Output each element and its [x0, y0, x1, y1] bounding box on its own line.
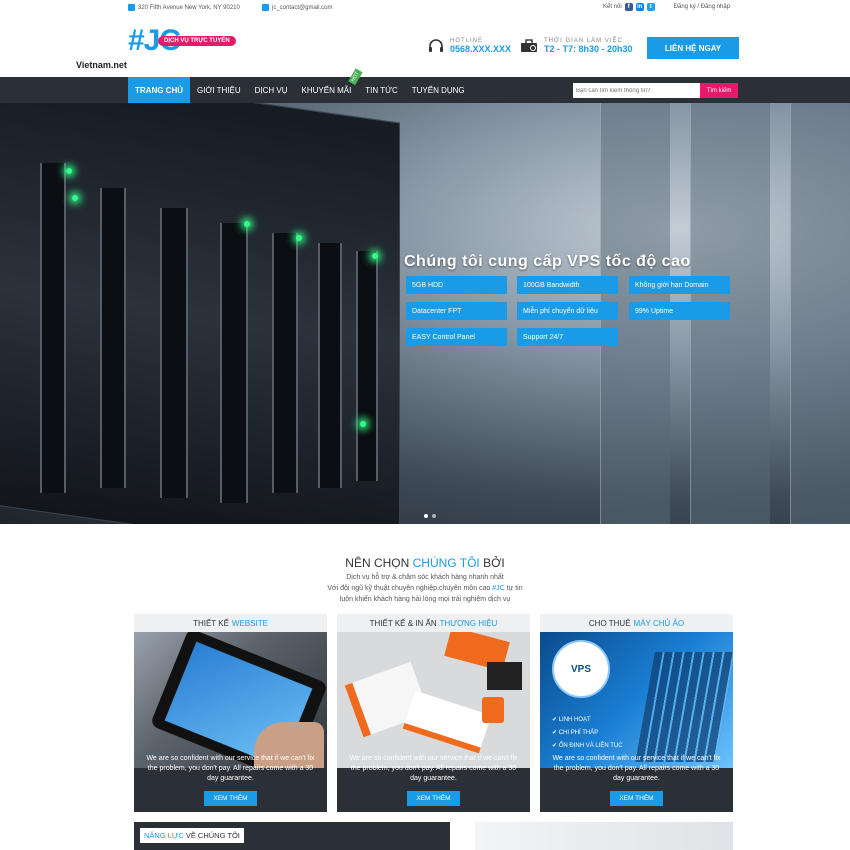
why-title-highlight: CHÚNG TÔI	[412, 556, 480, 570]
building-icon	[128, 4, 135, 11]
page: 320 Fifth Avenue New York, NY 90210 jc_c…	[0, 0, 850, 850]
nav-item-promotions[interactable]: KHUYẾN MÃI HOT	[295, 68, 363, 103]
card-desc: We are so confident with our service tha…	[349, 755, 518, 782]
card-desc: We are so confident with our service tha…	[146, 755, 315, 782]
nav-item-promotions-label: KHUYẾN MÃI	[301, 85, 352, 95]
hero-title: Chúng tôi cung cấp VPS tốc độ cao	[404, 253, 691, 270]
email[interactable]: jc_contact@gmail.com	[262, 4, 332, 11]
search-button[interactable]: Tìm kiếm	[700, 83, 738, 98]
address: 320 Fifth Avenue New York, NY 90210	[128, 4, 240, 11]
card-title: CHO THUÊ MÁY CHỦ ẢO	[540, 614, 733, 632]
hotline: HOTLINE 0568.XXX.XXX	[428, 38, 511, 54]
status-led	[244, 221, 250, 227]
card-image-vps: VPS ✔ LINH HOẠT ✔ CHI PHÍ THẤP ✔ ỔN ĐỊNH…	[540, 632, 733, 768]
stationery-tablet	[487, 662, 522, 690]
vps-circle: VPS	[552, 640, 610, 698]
feature-data-transfer: Miễn phí chuyển dữ liệu	[517, 302, 618, 320]
feature-domain: Không giới hạn Domain	[629, 276, 730, 294]
bg-rack	[790, 103, 850, 524]
address-text: 320 Fifth Avenue New York, NY 90210	[138, 4, 240, 11]
status-led	[296, 235, 302, 241]
search-input[interactable]	[573, 83, 700, 98]
why-line1: Dịch vụ hỗ trợ & chăm sóc khách hàng nha…	[346, 574, 504, 581]
feature-datacenter: Datacenter FPT	[406, 302, 507, 320]
read-more-button[interactable]: XEM THÊM	[407, 791, 460, 806]
vps-badge: VPS	[570, 663, 591, 675]
card-image-stationery	[337, 632, 530, 768]
drive-bay	[100, 188, 126, 488]
mail-icon	[262, 4, 269, 11]
nav-item-services[interactable]: DỊCH VỤ	[248, 77, 295, 103]
service-card-vps: CHO THUÊ MÁY CHỦ ẢO VPS ✔ LINH HOẠT ✔ CHI…	[540, 614, 733, 812]
why-title: NÊN CHỌN CHÚNG TÔI BỞI	[0, 556, 850, 570]
slider-dot[interactable]	[424, 514, 428, 518]
twitter-icon[interactable]: t	[646, 3, 655, 11]
logo-tag: DỊCH VỤ TRỰC TUYẾN	[158, 36, 236, 46]
status-led	[372, 253, 378, 259]
why-title-a: NÊN CHỌN	[345, 556, 413, 570]
vps-feature: ✔ LINH HOẠT	[552, 717, 591, 723]
slider-dot[interactable]	[432, 514, 436, 518]
facebook-icon[interactable]: f	[624, 3, 633, 11]
feature-uptime: 99% Uptime	[629, 302, 730, 320]
connect-label: Kết nối	[603, 4, 622, 10]
hours-value: T2 - T7: 8h30 - 20h30	[544, 44, 633, 54]
vps-features: ✔ LINH HOẠT ✔ CHI PHÍ THẤP ✔ ỔN ĐỊNH VÀ …	[552, 714, 623, 753]
working-hours: THỜI GIAN LÀM VIỆC T2 - T7: 8h30 - 20h30	[520, 38, 633, 54]
card-image-tablet	[134, 632, 327, 768]
why-line2: Với đội ngũ kỹ thuật chuyên nghiệp,chuyê…	[327, 585, 523, 592]
contact-now-button[interactable]: LIÊN HỆ NGAY	[647, 37, 739, 59]
why-line3: luôn khiến khách hàng hài lòng mọi trải …	[339, 596, 511, 603]
stationery-card	[402, 690, 492, 754]
nav-item-home[interactable]: TRANG CHỦ	[128, 77, 190, 103]
user-icon	[664, 4, 671, 11]
capability-panel: NĂNG LỰC VỀ CHÚNG TÔI	[134, 822, 450, 850]
drive-bay	[356, 251, 378, 481]
drive-bay	[272, 233, 298, 493]
feature-hdd: 5GB HDD	[406, 276, 507, 294]
drive-bay	[160, 208, 188, 498]
why-subtitle: Dịch vụ hỗ trợ & chăm sóc khách hàng nha…	[0, 572, 850, 605]
feature-control-panel: EASY Control Panel	[406, 328, 507, 346]
hotline-value[interactable]: 0568.XXX.XXX	[450, 44, 511, 54]
read-more-button[interactable]: XEM THÊM	[204, 791, 257, 806]
status-led	[66, 168, 72, 174]
nav-item-about[interactable]: GIỚI THIỆU	[190, 77, 248, 103]
vps-feature: ✔ CHI PHÍ THẤP	[552, 730, 599, 736]
logo[interactable]: #JC DỊCH VỤ TRỰC TUYẾN	[128, 26, 238, 62]
headset-icon	[429, 39, 443, 52]
read-more-button[interactable]: XEM THÊM	[610, 791, 663, 806]
search-box: Tìm kiếm	[573, 83, 738, 98]
drive-bay	[40, 163, 66, 493]
topbar-right: Kết nối f m t Đăng ký / Đăng nhập	[603, 3, 730, 11]
email-text[interactable]: jc_contact@gmail.com	[272, 5, 332, 11]
card-title: THIẾT KẾ WEBSITE	[134, 614, 327, 632]
server-graphic	[635, 652, 733, 762]
nav-item-news[interactable]: TIN TỨC	[358, 77, 404, 103]
slider-dots	[424, 514, 436, 518]
capability-image	[475, 822, 733, 850]
why-title-b: BỞI	[479, 556, 505, 570]
nav-item-careers[interactable]: TUYỂN DỤNG	[405, 77, 472, 103]
drive-bay	[220, 223, 248, 503]
messenger-icon[interactable]: m	[635, 3, 644, 11]
status-led	[72, 195, 78, 201]
vps-feature: ✔ ỔN ĐỊNH VÀ LIÊN TỤC	[552, 743, 623, 749]
status-led	[360, 421, 366, 427]
hero-slider: Chúng tôi cung cấp VPS tốc độ cao 5GB HD…	[0, 103, 850, 524]
nav-list: TRANG CHỦ GIỚI THIỆU DỊCH VỤ KHUYẾN MÃI H…	[128, 68, 472, 103]
drive-bay	[318, 243, 342, 488]
briefcase-icon	[521, 39, 537, 52]
feature-support: Support 24/7	[517, 328, 618, 346]
auth-link[interactable]: Đăng ký / Đăng nhập	[674, 4, 730, 10]
feature-bandwidth: 100GB Bandwidth	[517, 276, 618, 294]
topbar: 320 Fifth Avenue New York, NY 90210 jc_c…	[0, 0, 850, 16]
card-title: THIẾT KẾ & IN ẤN THƯƠNG HIỆU	[337, 614, 530, 632]
site-name: Vietnam.net	[76, 60, 127, 70]
card-desc: We are so confident with our service tha…	[552, 755, 721, 782]
capability-label: NĂNG LỰC VỀ CHÚNG TÔI	[140, 828, 244, 843]
service-card-website: THIẾT KẾ WEBSITE We are so confident with…	[134, 614, 327, 812]
stationery-mug	[482, 697, 504, 723]
service-card-branding: THIẾT KẾ & IN ẤN THƯƠNG HIỆU We are so co…	[337, 614, 530, 812]
